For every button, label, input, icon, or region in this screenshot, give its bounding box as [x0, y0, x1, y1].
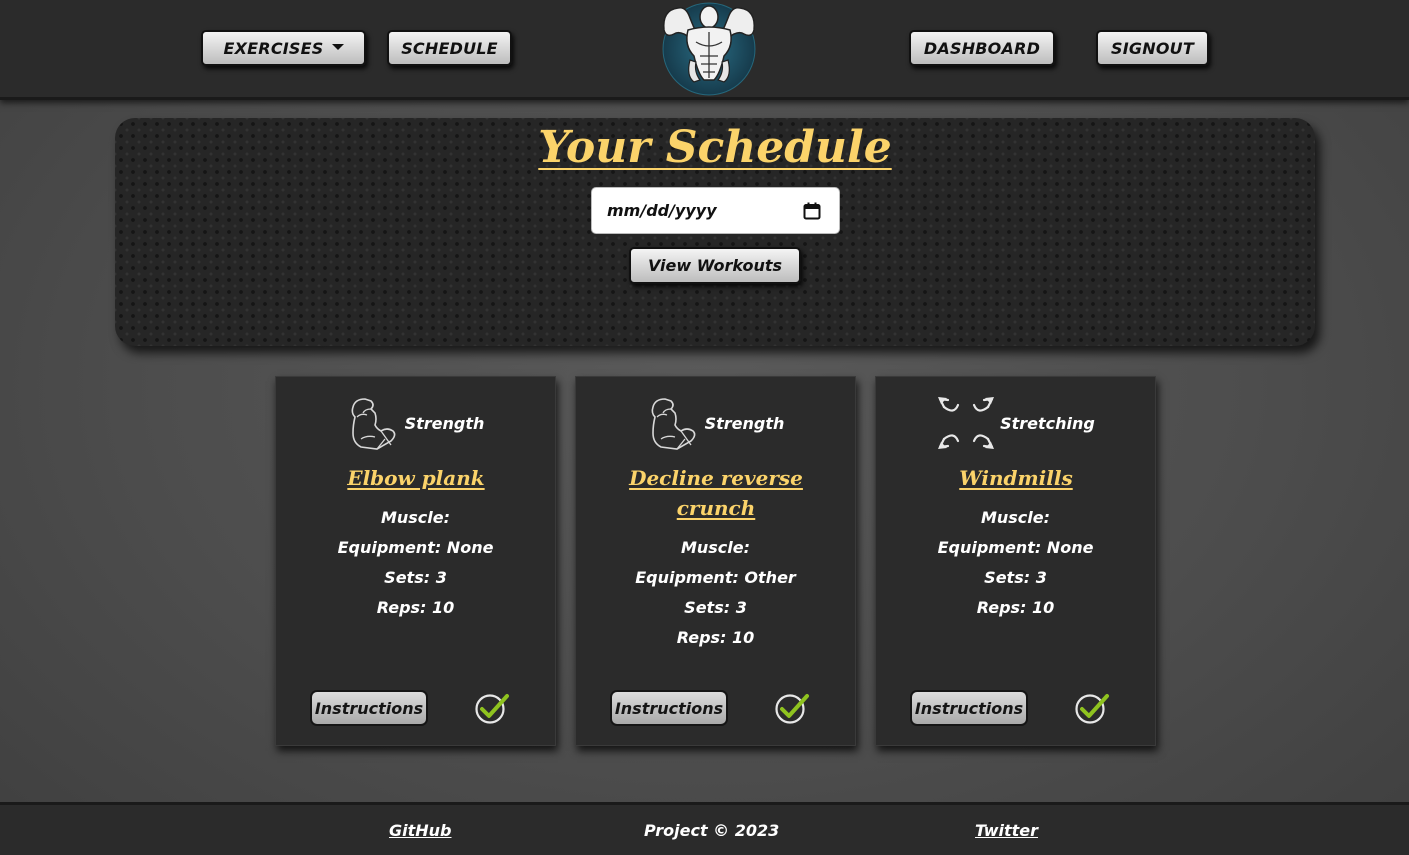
calendar-icon[interactable]: [803, 202, 821, 220]
sets-text: Sets: 3: [984, 568, 1047, 587]
card-category: Stretching: [876, 393, 1155, 453]
complete-check-icon[interactable]: [1074, 691, 1110, 725]
card-category: Strength: [576, 393, 855, 453]
equipment-text: Equipment: Other: [635, 568, 796, 587]
exercises-dropdown-button[interactable]: EXERCISES: [201, 30, 366, 66]
flexed-arm-icon: [351, 398, 395, 450]
category-label: Stretching: [1000, 413, 1095, 433]
workout-card: Strength Elbow plank Muscle: Equipment: …: [275, 376, 556, 746]
page-title: Your Schedule: [538, 122, 892, 173]
flexed-arm-icon: [651, 398, 695, 450]
exercise-name-link[interactable]: Elbow plank: [296, 463, 536, 493]
bodybuilder-logo[interactable]: [656, 0, 762, 98]
category-label: Strength: [704, 413, 785, 433]
reps-text: Reps: 10: [976, 598, 1055, 617]
sets-text: Sets: 3: [684, 598, 747, 617]
complete-check-icon[interactable]: [774, 691, 810, 725]
bodybuilder-logo-icon: [662, 2, 756, 96]
copyright-text: Project © 2023: [644, 821, 780, 840]
sets-text: Sets: 3: [384, 568, 447, 587]
schedule-button[interactable]: SCHEDULE: [387, 30, 512, 66]
category-label: Strength: [404, 413, 485, 433]
instructions-button[interactable]: Instructions: [910, 690, 1028, 726]
card-category: Strength: [276, 393, 555, 453]
equipment-text: Equipment: None: [937, 538, 1094, 557]
caret-down-icon: [331, 44, 344, 50]
twitter-link[interactable]: Twitter: [975, 821, 1038, 840]
instructions-button[interactable]: Instructions: [310, 690, 428, 726]
view-workouts-button[interactable]: View Workouts: [629, 247, 801, 284]
navbar: EXERCISES SCHEDULE DASHBOARD SIGNOUT: [0, 0, 1409, 100]
exercise-name-link[interactable]: Decline reverse crunch: [596, 463, 836, 523]
github-link[interactable]: GitHub: [389, 821, 452, 840]
signout-button[interactable]: SIGNOUT: [1096, 30, 1209, 66]
equipment-text: Equipment: None: [337, 538, 494, 557]
exercise-name-link[interactable]: Windmills: [896, 463, 1136, 493]
muscle-text: Muscle:: [380, 508, 451, 527]
muscle-text: Muscle:: [680, 538, 751, 557]
footer: GitHub Project © 2023 Twitter: [0, 802, 1409, 855]
date-input[interactable]: mm/dd/yyyy: [591, 187, 840, 234]
dashboard-button[interactable]: DASHBOARD: [909, 30, 1055, 66]
date-placeholder: mm/dd/yyyy: [607, 201, 717, 220]
muscle-text: Muscle:: [980, 508, 1051, 527]
reps-text: Reps: 10: [676, 628, 755, 647]
reps-text: Reps: 10: [376, 598, 455, 617]
workout-card: Stretching Windmills Muscle: Equipment: …: [875, 376, 1156, 746]
schedule-panel: Your Schedule mm/dd/yyyy View Workouts: [115, 118, 1315, 346]
exercises-label: EXERCISES: [223, 38, 324, 58]
instructions-button[interactable]: Instructions: [610, 690, 728, 726]
workout-card: Strength Decline reverse crunch Muscle: …: [575, 376, 856, 746]
expand-arrows-icon: [938, 397, 995, 449]
complete-check-icon[interactable]: [474, 691, 510, 725]
